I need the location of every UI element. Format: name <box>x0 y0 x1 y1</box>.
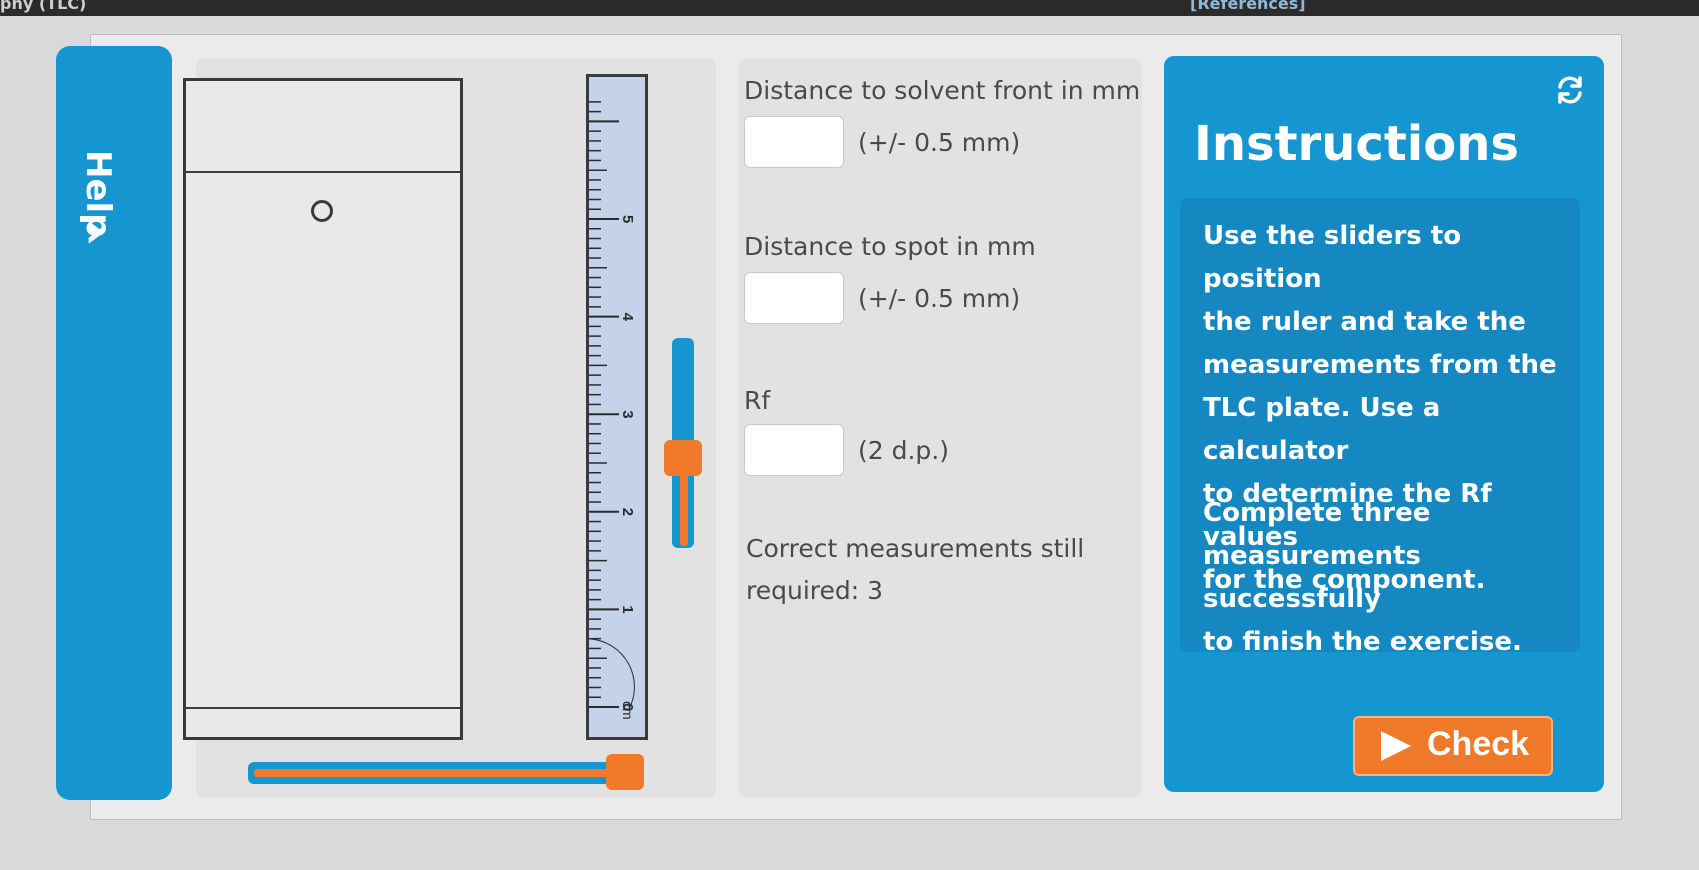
solvent-front-input[interactable] <box>744 116 844 168</box>
ruler-label: 4 <box>619 313 636 322</box>
ruler-label: 3 <box>619 410 636 418</box>
instruction-line: to finish the exercise. <box>1203 627 1522 657</box>
instruction-line: Complete three <box>1203 498 1431 528</box>
ruler-label: 1 <box>619 605 636 613</box>
chevron-right-icon: › <box>84 201 105 259</box>
spot-distance-input[interactable] <box>744 272 844 324</box>
horizontal-slider-handle[interactable] <box>606 754 644 790</box>
page-title-fragment: phy (TLC) <box>0 0 87 13</box>
spot-distance-label: Distance to spot in mm <box>744 232 1036 261</box>
rf-input[interactable] <box>744 424 844 476</box>
instruction-line: TLC plate. Use a calculator <box>1203 393 1441 466</box>
instruction-line: measurements from the <box>1203 350 1557 380</box>
solvent-front-label: Distance to solvent front in mm <box>744 76 1141 105</box>
solvent-front-tolerance: (+/- 0.5 mm) <box>858 128 1021 157</box>
instruction-line: the ruler and take the <box>1203 307 1526 337</box>
ruler-label: 5 <box>619 215 636 223</box>
rf-label: Rf <box>744 386 771 415</box>
remaining-count-line1: Correct measurements still <box>746 534 1085 563</box>
references-link[interactable]: [References] <box>1190 0 1306 13</box>
tlc-spot <box>311 200 333 222</box>
instructions-title: Instructions <box>1194 116 1519 172</box>
vertical-slider-handle[interactable] <box>664 440 702 476</box>
horizontal-slider-fill <box>254 769 624 777</box>
remaining-count-line2: required: 3 <box>746 576 884 605</box>
instruction-line: Use the sliders to position <box>1203 221 1462 294</box>
solvent-front-line <box>186 171 460 173</box>
baseline-line <box>186 707 460 709</box>
refresh-icon[interactable] <box>1554 74 1586 106</box>
ruler-corner-arc <box>590 638 635 710</box>
top-bar: phy (TLC) [References] <box>0 0 1699 16</box>
check-button[interactable]: Check <box>1353 716 1553 776</box>
check-button-label: Check <box>1427 725 1530 763</box>
ruler-scale: 543210cm <box>589 101 636 720</box>
play-icon <box>1381 731 1411 761</box>
ruler-unit-label: cm <box>620 701 636 720</box>
instructions-paragraph-2: Complete three measurements successfully… <box>1203 492 1563 664</box>
instruction-line: measurements successfully <box>1203 541 1421 614</box>
vertical-slider-fill <box>680 466 688 546</box>
spot-distance-tolerance: (+/- 0.5 mm) <box>858 284 1021 313</box>
ruler-label: 2 <box>619 508 636 516</box>
ruler: 5 4 3 2 1 0 cm <box>586 74 648 740</box>
tlc-plate <box>183 78 463 740</box>
rf-precision: (2 d.p.) <box>858 436 949 465</box>
